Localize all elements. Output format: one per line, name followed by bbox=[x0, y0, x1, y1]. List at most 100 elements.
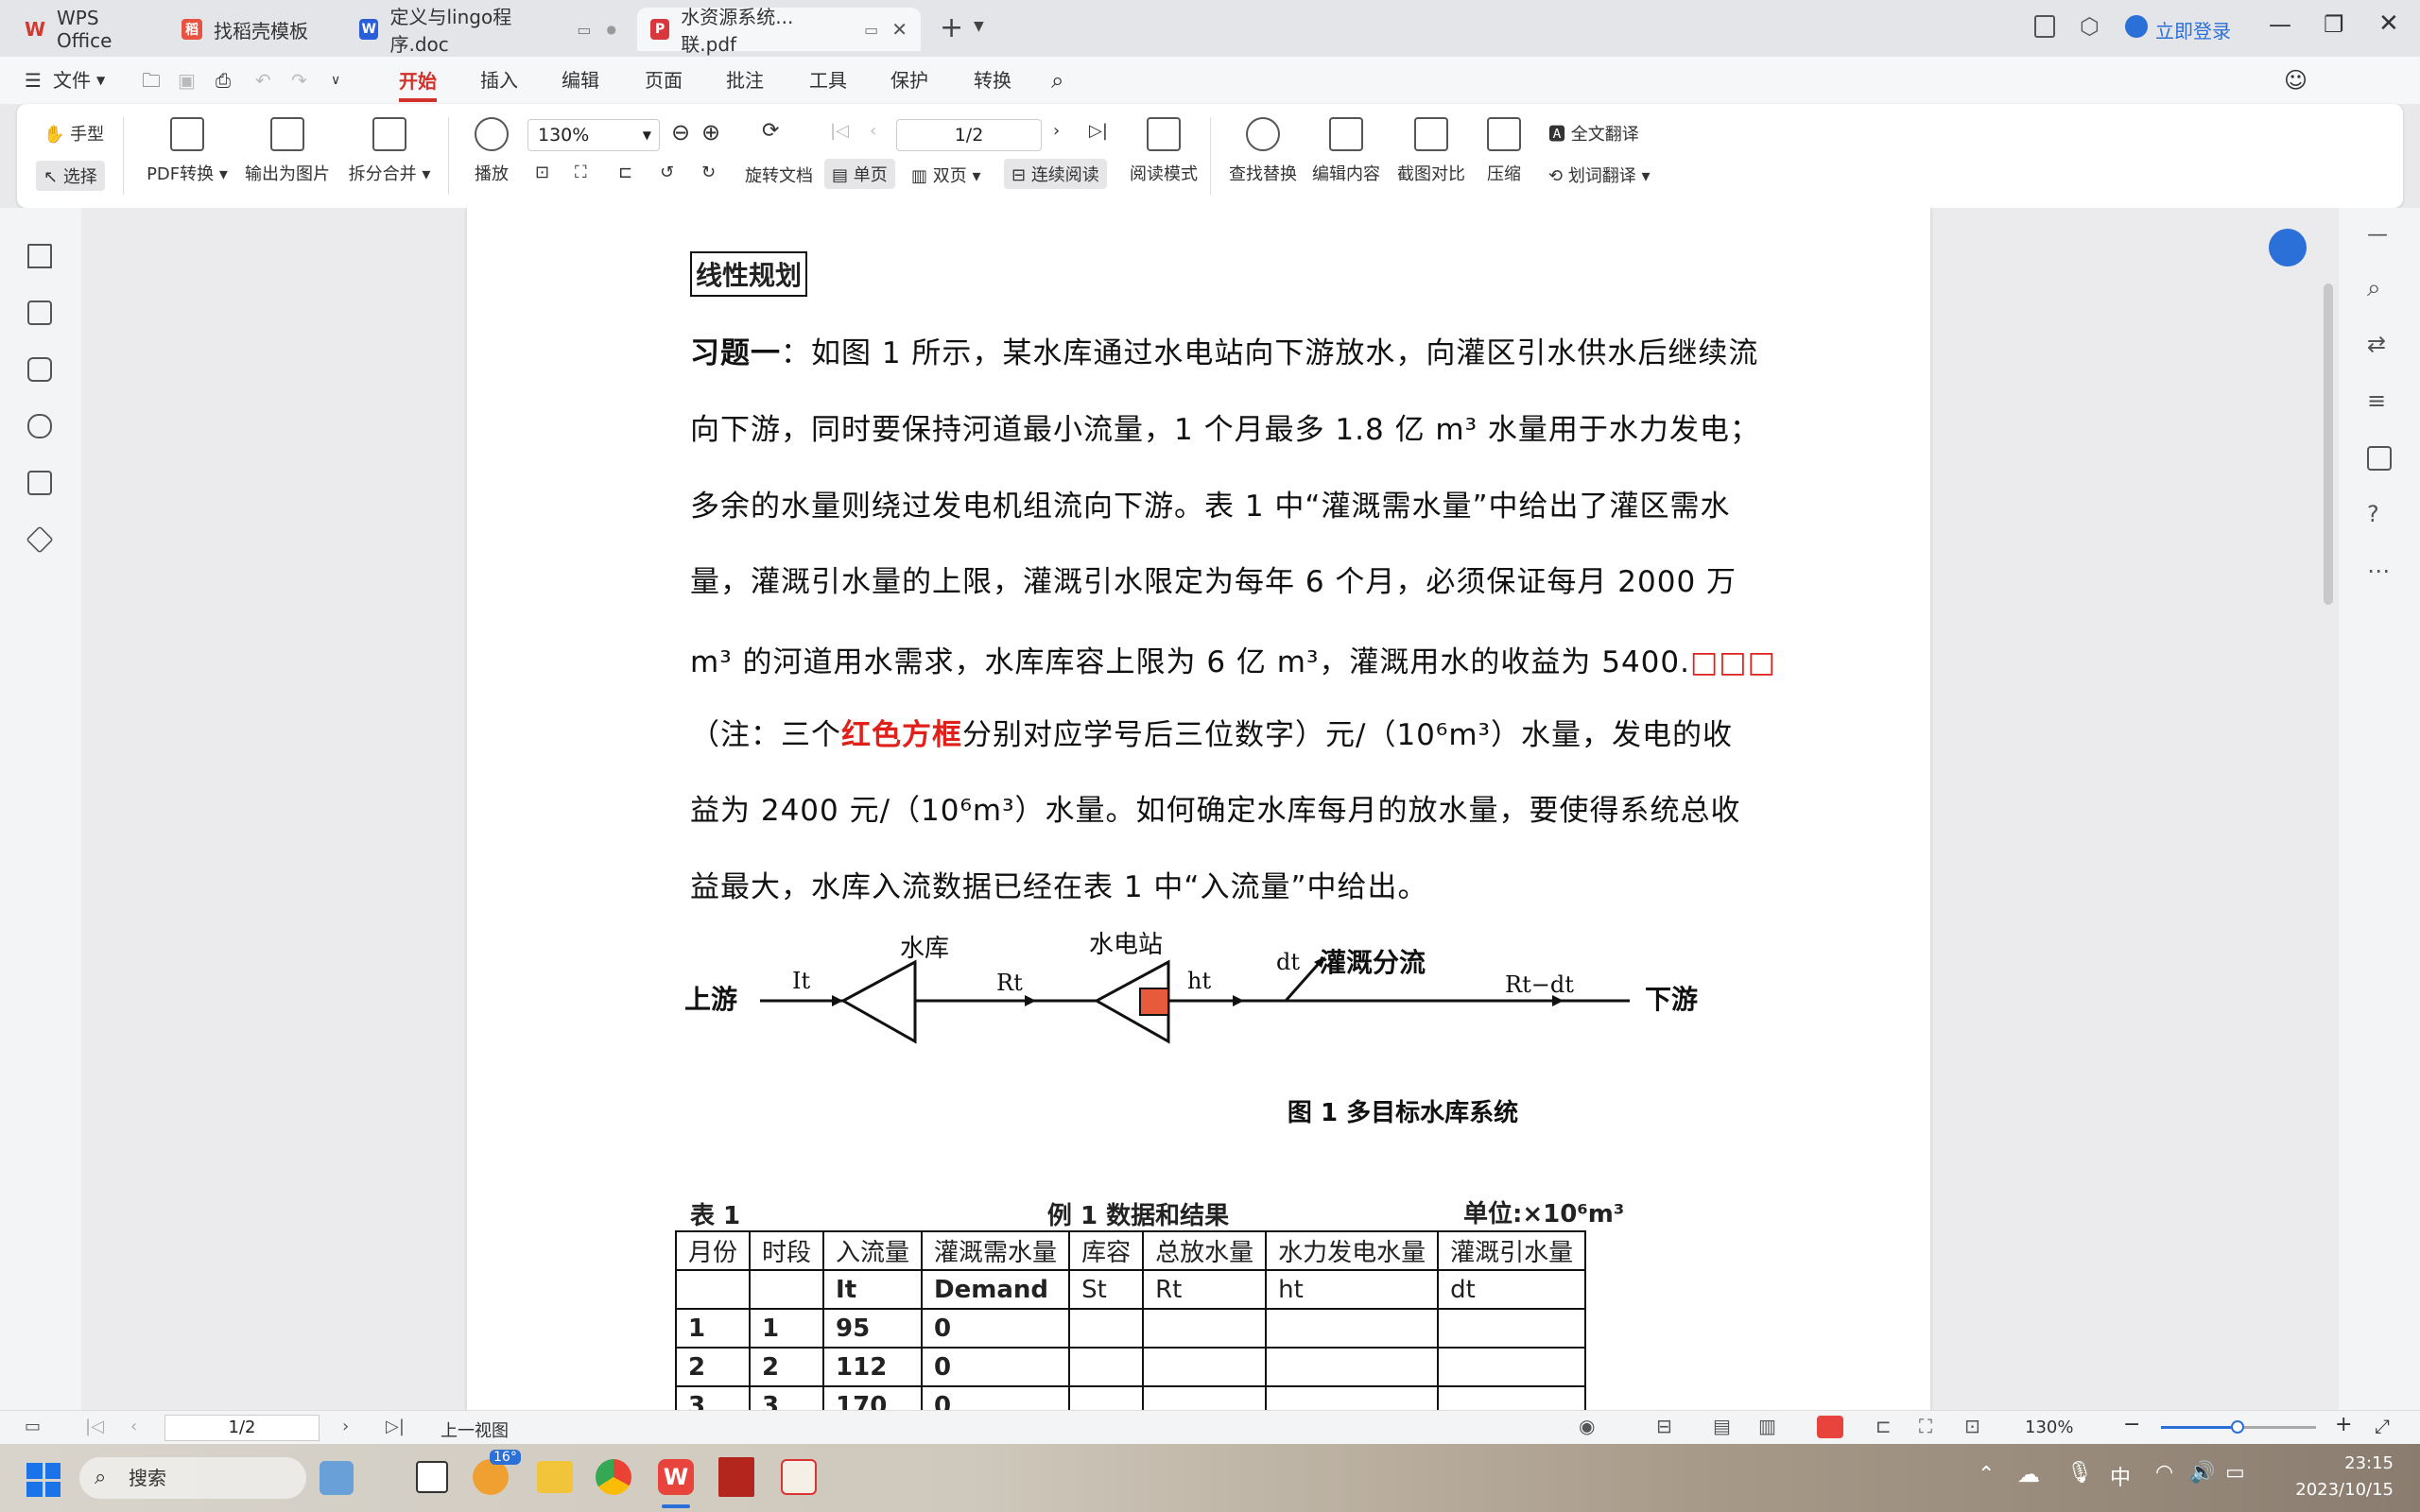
task-view-icon[interactable] bbox=[416, 1461, 448, 1493]
chrome-icon[interactable] bbox=[596, 1459, 631, 1495]
zoom-in-icon[interactable]: ⊕ bbox=[701, 119, 720, 146]
search-icon[interactable]: ⌕ bbox=[1051, 57, 1063, 104]
translate-icon[interactable]: ⇄ bbox=[2367, 331, 2386, 357]
minimize-icon[interactable]: — bbox=[2269, 11, 2291, 38]
sidebar-toggle-icon[interactable]: ▭ bbox=[25, 1417, 41, 1436]
cube-icon[interactable]: ⬡ bbox=[2080, 13, 2100, 40]
play-button[interactable]: 播放 bbox=[463, 117, 520, 185]
single-view-icon[interactable]: ▤ bbox=[1713, 1415, 1731, 1437]
tab-insert[interactable]: 插入 bbox=[480, 57, 518, 104]
thumbnail-icon[interactable] bbox=[27, 301, 52, 325]
tab-comment[interactable]: 批注 bbox=[726, 57, 764, 104]
status-zoom-value[interactable]: 130% bbox=[2025, 1418, 2073, 1437]
play-icon[interactable] bbox=[1817, 1416, 1843, 1438]
eye-icon[interactable]: ◉ bbox=[1579, 1415, 1595, 1437]
prev-view-button[interactable]: 上一视图 bbox=[441, 1418, 509, 1442]
login-link[interactable]: 立即登录 bbox=[2155, 16, 2231, 43]
clock-date[interactable]: 2023/10/15 bbox=[2269, 1480, 2394, 1500]
last-page-icon[interactable]: ▷| bbox=[1089, 121, 1108, 141]
continuous-view-icon[interactable]: ⊟ bbox=[1656, 1415, 1672, 1437]
wps-taskbar-icon[interactable]: W bbox=[658, 1459, 694, 1495]
fit-width-icon[interactable]: ⊏ bbox=[618, 163, 632, 182]
tab-protect[interactable]: 保护 bbox=[890, 57, 928, 104]
zoom-out-icon[interactable]: − bbox=[2123, 1413, 2140, 1436]
full-translate-button[interactable]: 🅰 全文翻译 bbox=[1548, 121, 1639, 146]
pdf-convert-button[interactable]: PDF转换 ▾ bbox=[142, 117, 233, 185]
actual-size-icon[interactable]: ⊡ bbox=[535, 163, 549, 182]
layers-icon[interactable] bbox=[26, 525, 54, 554]
fit-page-icon[interactable]: ⛶ bbox=[1919, 1415, 1932, 1437]
rotate-icon[interactable]: ⟳ bbox=[762, 119, 779, 143]
collapse-icon[interactable]: — bbox=[2367, 223, 2388, 247]
chat-icon[interactable]: ☺ bbox=[2284, 57, 2308, 104]
rotate-right-icon[interactable]: ↻ bbox=[701, 163, 716, 182]
taskbar-search[interactable]: ⌕ 搜索 bbox=[79, 1457, 306, 1499]
windows-start-icon[interactable] bbox=[26, 1463, 60, 1497]
battery-icon[interactable]: ▭ bbox=[2225, 1461, 2245, 1485]
floating-tool-button[interactable] bbox=[2269, 229, 2307, 266]
attachment-icon[interactable] bbox=[27, 414, 52, 438]
next-page-icon[interactable]: › bbox=[342, 1417, 349, 1436]
tab-tools[interactable]: 工具 bbox=[809, 57, 847, 104]
monitor-icon[interactable]: ▭ bbox=[864, 21, 878, 39]
status-page-input[interactable]: 1/2 bbox=[164, 1415, 320, 1441]
double-view-icon[interactable]: ▥ bbox=[1758, 1415, 1776, 1437]
save-icon[interactable]: ▣ bbox=[178, 57, 196, 104]
tab-start[interactable]: 开始 bbox=[399, 60, 437, 102]
vertical-scrollbar[interactable] bbox=[2324, 284, 2333, 605]
edit-content-button[interactable]: 编辑内容 bbox=[1308, 117, 1384, 185]
select-tool-button[interactable]: ↖ 选择 bbox=[36, 161, 105, 191]
monitor-icon[interactable]: ▭ bbox=[577, 21, 591, 39]
more-chevron-icon[interactable]: ∨ bbox=[331, 57, 340, 104]
comment-icon[interactable] bbox=[27, 357, 52, 382]
split-merge-button[interactable]: 拆分合并 ▾ bbox=[342, 117, 437, 185]
restore-icon[interactable]: ❐ bbox=[2324, 11, 2344, 38]
app-icon[interactable] bbox=[781, 1459, 817, 1495]
chevron-down-icon[interactable]: ▼ bbox=[974, 19, 984, 34]
next-page-icon[interactable]: › bbox=[1053, 121, 1060, 141]
hamburger-icon[interactable]: ☰ bbox=[25, 57, 42, 104]
fit-page-icon[interactable]: ⛶ bbox=[575, 163, 587, 182]
zoom-slider-handle[interactable] bbox=[2231, 1420, 2244, 1434]
new-tab-icon[interactable]: + bbox=[940, 11, 963, 44]
zoom-select[interactable]: 130% ▼ bbox=[527, 119, 660, 151]
first-page-icon[interactable]: |◁ bbox=[85, 1417, 104, 1436]
clock-time[interactable]: 23:15 bbox=[2299, 1453, 2394, 1473]
double-page-button[interactable]: ▥ 双页 ▾ bbox=[911, 163, 981, 187]
signature-icon[interactable] bbox=[27, 471, 52, 495]
prev-page-icon[interactable]: ‹ bbox=[870, 121, 876, 141]
wifi-icon[interactable]: ◠ bbox=[2155, 1461, 2173, 1485]
redo-icon[interactable]: ↷ bbox=[291, 57, 307, 104]
read-mode-button[interactable]: 阅读模式 bbox=[1123, 117, 1204, 185]
compress-button[interactable]: 压缩 bbox=[1480, 117, 1528, 185]
bookmark-icon[interactable] bbox=[27, 244, 52, 268]
chevron-down-icon[interactable]: ▼ bbox=[96, 57, 105, 104]
zoom-in-icon[interactable]: + bbox=[2335, 1413, 2352, 1436]
find-replace-button[interactable]: 查找替换 bbox=[1225, 117, 1301, 185]
user-avatar-icon[interactable] bbox=[2125, 15, 2148, 38]
volume-icon[interactable]: 🔊 bbox=[2189, 1461, 2215, 1485]
window-close-icon[interactable]: ✕ bbox=[2378, 9, 2399, 38]
first-page-icon[interactable]: |◁ bbox=[830, 121, 849, 141]
rotate-left-icon[interactable]: ↺ bbox=[660, 163, 674, 182]
open-folder-icon[interactable]: 🗀 bbox=[142, 57, 161, 104]
prev-page-icon[interactable]: ‹ bbox=[130, 1417, 137, 1436]
search-icon[interactable]: ⌕ bbox=[2367, 274, 2381, 303]
cloud-icon[interactable]: ☁ bbox=[2017, 1461, 2040, 1487]
last-page-icon[interactable]: ▷| bbox=[386, 1417, 405, 1436]
widgets-icon[interactable] bbox=[320, 1461, 354, 1495]
file-explorer-icon[interactable] bbox=[537, 1461, 573, 1493]
continuous-read-button[interactable]: ⊟ 连续阅读 bbox=[1004, 159, 1107, 189]
hand-tool-button[interactable]: ✋ 手型 bbox=[43, 121, 104, 146]
actual-size-icon[interactable]: ⊡ bbox=[1964, 1415, 1980, 1437]
single-page-button[interactable]: ▤ 单页 bbox=[824, 159, 895, 189]
fit-width-icon[interactable]: ⊏ bbox=[1876, 1415, 1892, 1437]
close-icon[interactable]: ✕ bbox=[891, 18, 908, 41]
tab-page[interactable]: 页面 bbox=[645, 57, 683, 104]
settings-sliders-icon[interactable]: ≡ bbox=[2367, 387, 2386, 414]
tab-daoke[interactable]: 稻 找稻壳模板 bbox=[168, 8, 338, 51]
tab-pdf[interactable]: P 水资源系统...联.pdf ▭ ✕ bbox=[637, 6, 921, 56]
file-menu[interactable]: 文件 bbox=[53, 57, 91, 104]
page-number-input[interactable]: 1/2 bbox=[896, 119, 1042, 151]
read-icon[interactable] bbox=[2367, 446, 2392, 471]
